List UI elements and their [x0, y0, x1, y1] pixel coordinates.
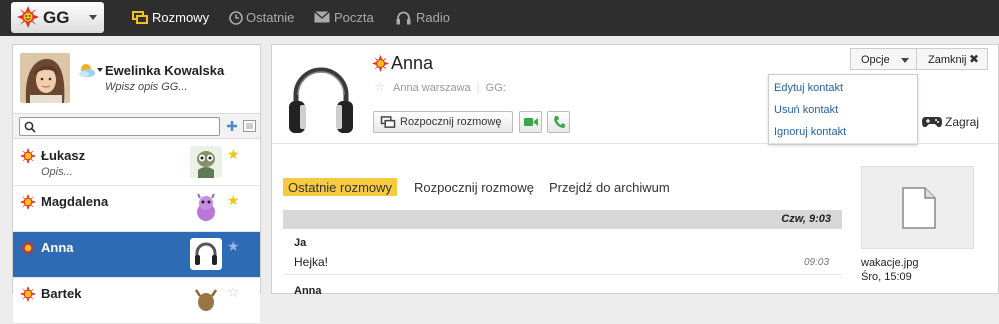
tab-recent-conversations[interactable]: Ostatnie rozmowy: [283, 178, 398, 196]
file-icon: [902, 187, 936, 229]
tab-start-conversation[interactable]: Rozpocznij rozmowę: [414, 180, 534, 198]
nav-tab-ostatnie[interactable]: Ostatnie: [229, 10, 319, 28]
options-button[interactable]: Opcje: [850, 48, 917, 70]
online-status-icon: [372, 55, 389, 72]
nav-tab-label: Poczta: [334, 10, 374, 25]
chevron-down-icon: [89, 15, 97, 20]
gg-number-label: GG:: [485, 82, 506, 94]
menu-item-remove-contact[interactable]: Usuń kontakt: [774, 104, 838, 116]
mail-icon: [314, 11, 330, 23]
clock-icon: [229, 11, 243, 25]
chat-icon: [132, 11, 148, 24]
search-input[interactable]: [38, 119, 218, 134]
chevron-down-icon: [901, 58, 909, 63]
gg-sun-logo-icon: [17, 6, 39, 28]
headphones-icon: [396, 11, 411, 25]
contact-name: Anna: [41, 240, 74, 255]
contact-description: Opis...: [41, 166, 73, 178]
nav-tab-poczta[interactable]: Poczta: [314, 10, 394, 28]
my-description-field[interactable]: Wpisz opis GG...: [105, 81, 188, 93]
nav-tab-label: Radio: [416, 10, 450, 25]
list-view-icon[interactable]: [243, 120, 256, 132]
file-thumbnail[interactable]: [861, 166, 974, 249]
avatar-photo-icon: [20, 53, 70, 103]
contact-avatar: [190, 284, 222, 316]
contacts-panel: Ewelinka Kowalska Wpisz opis GG... Łukas…: [12, 44, 261, 324]
my-avatar[interactable]: [20, 53, 70, 103]
online-status-icon: [20, 286, 36, 302]
contact-large-avatar: [289, 67, 353, 133]
menu-item-edit-contact[interactable]: Edytuj kontakt: [774, 82, 843, 94]
contact-list-item-magdalena[interactable]: Magdalena ★: [13, 186, 260, 232]
search-bar: [13, 113, 260, 139]
contact-list-item-bartek[interactable]: Bartek ☆: [13, 278, 260, 324]
tab-go-to-archive[interactable]: Przejdź do archiwum: [549, 180, 670, 198]
options-dropdown-menu: Edytuj kontakt Usuń kontakt Ignoruj kont…: [768, 74, 918, 145]
search-field[interactable]: [19, 117, 220, 136]
favorite-star-icon[interactable]: ★: [227, 147, 240, 163]
contact-avatar: [190, 238, 222, 270]
contact-list-item-anna[interactable]: Anna ★: [13, 232, 260, 278]
contact-info: Anna warszawa | GG:: [393, 82, 506, 94]
contact-avatar: [190, 146, 222, 178]
message-time: 09:03: [804, 257, 830, 268]
contact-title: Anna: [391, 53, 434, 73]
favorite-star-icon[interactable]: ★: [227, 193, 240, 209]
play-game-label: Zagraj: [945, 115, 980, 129]
message-author: Anna: [294, 285, 322, 297]
online-status-icon: [20, 194, 36, 210]
sun-cloud-status-icon: [79, 64, 103, 77]
nav-tab-label: Ostatnie: [246, 10, 295, 25]
message-text: Hejka!: [294, 255, 329, 269]
divider: [272, 143, 998, 144]
message-author: Ja: [294, 237, 307, 249]
search-icon: [24, 121, 36, 133]
chat-icon: [380, 116, 396, 128]
start-conversation-label: Rozpocznij rozmowę: [400, 116, 502, 128]
nav-tab-rozmowy[interactable]: Rozmowy: [132, 10, 242, 28]
menu-item-ignore-contact[interactable]: Ignoruj kontakt: [774, 126, 846, 138]
contact-avatar: [190, 192, 222, 224]
close-icon: ✖: [969, 52, 980, 66]
contact-name: Magdalena: [41, 194, 109, 209]
phone-icon: [554, 116, 565, 128]
add-contact-icon[interactable]: [226, 120, 238, 132]
file-name[interactable]: wakacje.jpg: [861, 257, 918, 269]
message-divider: [283, 274, 842, 275]
status-selector[interactable]: [77, 62, 103, 81]
contact-name: Łukasz: [41, 148, 86, 163]
separator: |: [476, 82, 480, 94]
options-label: Opcje: [861, 54, 890, 66]
my-name: Ewelinka Kowalska: [105, 63, 225, 78]
close-button[interactable]: Zamknij ✖: [916, 48, 988, 70]
video-call-button[interactable]: [519, 111, 542, 133]
logo-text: GG: [43, 8, 70, 27]
file-date: Śro, 15:09: [861, 271, 912, 283]
online-status-icon: [20, 148, 36, 164]
day-header-label: Czw, 9:03: [781, 213, 831, 225]
favorite-star-icon[interactable]: ★: [227, 239, 240, 255]
gg-menu-button[interactable]: GG: [11, 2, 104, 33]
top-navigation-bar: GG Rozmowy Ostatnie Poczta Radio: [0, 0, 999, 36]
day-header: Czw, 9:03: [283, 210, 842, 229]
close-label: Zamknij: [928, 54, 967, 66]
gamepad-icon: [922, 117, 942, 128]
online-status-icon: [20, 240, 36, 256]
nav-tab-label: Rozmowy: [152, 10, 210, 25]
favorite-star-icon[interactable]: ☆: [227, 285, 240, 301]
nav-tab-radio[interactable]: Radio: [396, 10, 456, 28]
start-conversation-button[interactable]: Rozpocznij rozmowę: [373, 111, 513, 133]
favorite-star-icon[interactable]: ☆: [374, 80, 385, 94]
video-camera-icon: [524, 118, 538, 126]
conversation-panel: Anna ☆ Anna warszawa | GG: Rozpocznij ro…: [271, 44, 999, 297]
contact-city: Anna warszawa: [393, 82, 471, 94]
voice-call-button[interactable]: [547, 111, 570, 133]
contact-list-item-lukasz[interactable]: Łukasz Opis... ★: [13, 140, 260, 186]
